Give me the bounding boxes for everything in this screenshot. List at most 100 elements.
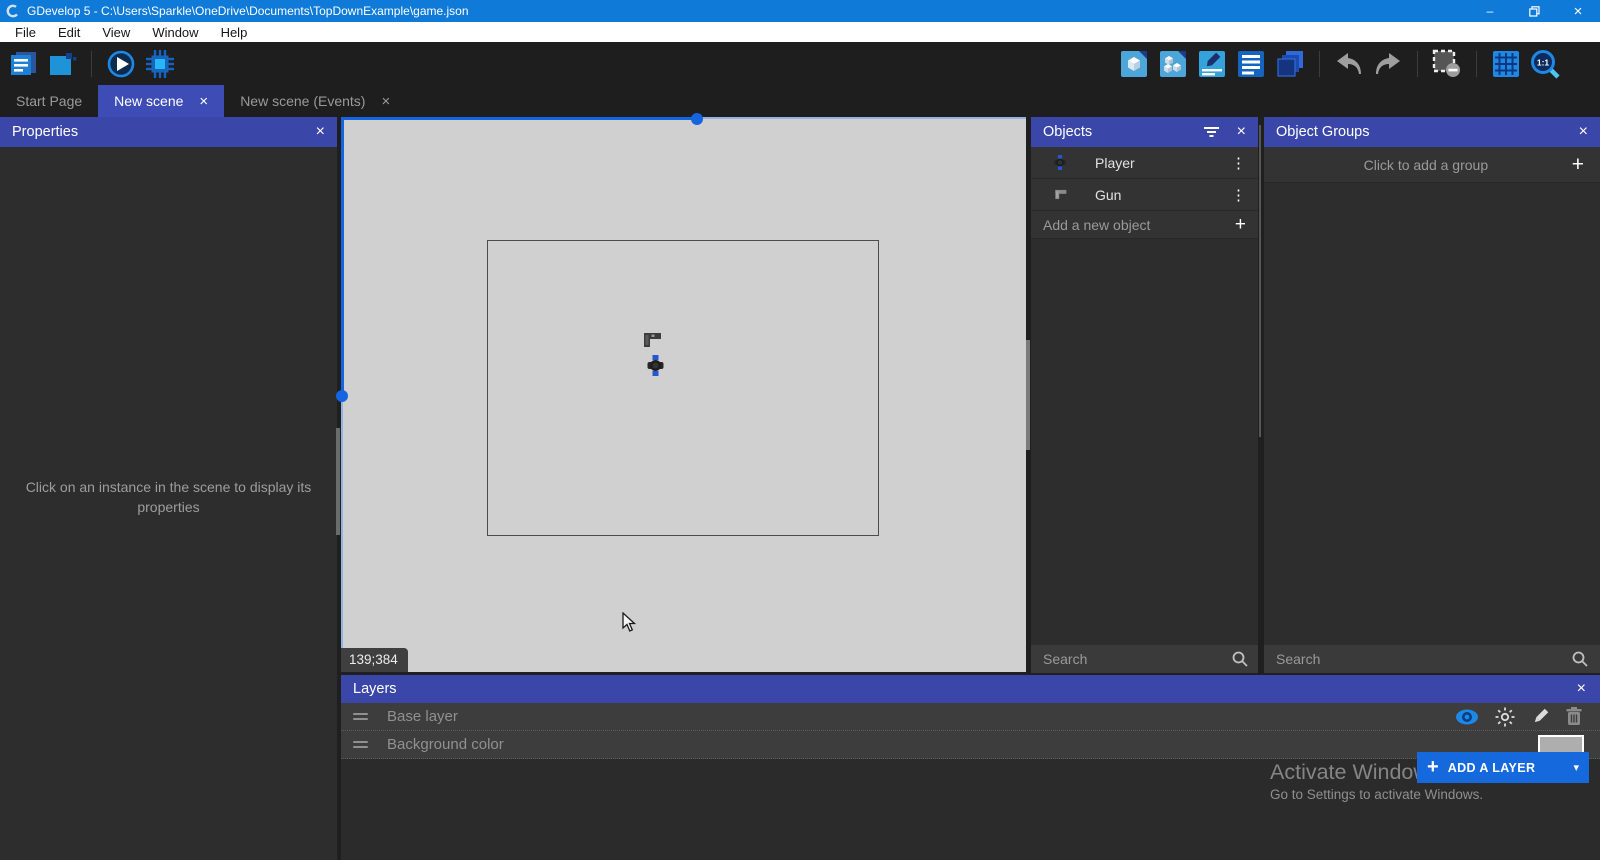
dropdown-caret-icon[interactable]: ▾ bbox=[1573, 761, 1579, 774]
instances-list-icon[interactable] bbox=[1236, 49, 1266, 79]
cursor-coordinates-badge: 139;384 bbox=[341, 648, 408, 672]
edit-properties-icon[interactable] bbox=[1197, 49, 1227, 79]
properties-panel-header: Properties × bbox=[0, 117, 337, 147]
layer-delete-trash-icon[interactable] bbox=[1566, 707, 1582, 726]
objects-search-bar bbox=[1031, 645, 1258, 673]
menu-bar: File Edit View Window Help bbox=[0, 22, 1600, 42]
preview-play-icon[interactable] bbox=[106, 49, 136, 79]
properties-panel: Properties × Click on an instance in the… bbox=[0, 117, 337, 860]
project-manager-icon[interactable] bbox=[8, 49, 38, 79]
close-panel-icon[interactable]: × bbox=[1237, 123, 1246, 141]
debug-icon[interactable] bbox=[145, 49, 175, 79]
add-object-icon[interactable] bbox=[1119, 49, 1149, 79]
layers-panel-header: Layers × bbox=[341, 675, 1600, 703]
layer-visibility-eye-icon[interactable] bbox=[1455, 708, 1479, 726]
redo-icon[interactable] bbox=[1373, 49, 1403, 79]
properties-panel-title: Properties bbox=[12, 124, 78, 140]
plus-icon: + bbox=[1427, 756, 1439, 779]
tab-start-page[interactable]: Start Page bbox=[0, 85, 98, 117]
layer-edit-pencil-icon[interactable] bbox=[1531, 707, 1550, 726]
groups-search-input[interactable] bbox=[1276, 651, 1564, 667]
object-groups-panel-title: Object Groups bbox=[1276, 124, 1370, 140]
drag-handle-icon[interactable] bbox=[353, 713, 368, 720]
search-icon bbox=[1572, 651, 1588, 667]
add-new-object-button[interactable]: Add a new object + bbox=[1031, 211, 1258, 239]
layer-row-background-color[interactable]: Background color bbox=[341, 731, 1600, 759]
player-instance[interactable] bbox=[647, 355, 664, 376]
layer-row-base[interactable]: Base layer bbox=[341, 703, 1600, 731]
zoom-1-1-icon[interactable]: 1:1 bbox=[1530, 49, 1560, 79]
menu-view[interactable]: View bbox=[91, 22, 141, 42]
object-groups-panel: Object Groups × Click to add a group + bbox=[1264, 117, 1600, 673]
layers-panel: Layers × Base layer Background color Act… bbox=[341, 675, 1600, 860]
window-controls: – × bbox=[1468, 0, 1600, 22]
close-panel-icon[interactable]: × bbox=[1579, 123, 1588, 141]
properties-scrollbar-thumb[interactable] bbox=[336, 428, 340, 535]
close-panel-icon[interactable]: × bbox=[316, 123, 325, 141]
layer-effects-icon[interactable] bbox=[1495, 707, 1515, 727]
layer-name: Background color bbox=[387, 736, 504, 753]
object-groups-icon[interactable] bbox=[1158, 49, 1188, 79]
minimize-button[interactable]: – bbox=[1468, 0, 1512, 22]
restore-button[interactable] bbox=[1512, 0, 1556, 22]
plus-icon: + bbox=[1235, 214, 1246, 236]
game-window-bounds bbox=[487, 240, 879, 536]
close-tab-icon[interactable]: × bbox=[199, 94, 208, 109]
zoom-ratio-label: 1:1 bbox=[1537, 57, 1550, 67]
title-bar: GDevelop 5 - C:\Users\Sparkle\OneDrive\D… bbox=[0, 0, 1600, 22]
objects-search-input[interactable] bbox=[1043, 651, 1224, 667]
start-page-icon[interactable] bbox=[47, 49, 77, 79]
gdevelop-logo-icon bbox=[6, 4, 20, 18]
object-row-player[interactable]: Player ⋮ bbox=[1031, 147, 1258, 179]
close-window-button[interactable]: × bbox=[1556, 0, 1600, 22]
main-toolbar: 1:1 bbox=[0, 42, 1600, 85]
toolbar-left bbox=[8, 49, 175, 79]
menu-file[interactable]: File bbox=[4, 22, 47, 42]
gun-instance[interactable] bbox=[641, 330, 663, 350]
close-panel-icon[interactable]: × bbox=[1577, 680, 1586, 698]
groups-search-bar bbox=[1264, 645, 1600, 673]
toolbar-separator bbox=[1417, 51, 1418, 77]
drag-handle-icon[interactable] bbox=[353, 741, 368, 748]
scene-canvas[interactable]: 139;384 bbox=[341, 117, 1026, 672]
undo-icon[interactable] bbox=[1334, 49, 1364, 79]
layers-editor-icon[interactable] bbox=[1275, 49, 1305, 79]
canvas-scrollbar-vertical[interactable] bbox=[341, 117, 344, 396]
tab-new-scene[interactable]: New scene × bbox=[98, 85, 224, 117]
mouse-cursor-icon bbox=[622, 612, 637, 638]
menu-edit[interactable]: Edit bbox=[47, 22, 91, 42]
objects-panel: Objects × Player ⋮ Gun ⋮ Add a new objec… bbox=[1031, 117, 1258, 673]
layers-panel-footer: Activate Windows Go to Settings to activ… bbox=[341, 759, 1600, 860]
objects-panel-title: Objects bbox=[1043, 124, 1092, 140]
object-menu-icon[interactable]: ⋮ bbox=[1231, 186, 1246, 204]
filter-icon[interactable] bbox=[1204, 126, 1219, 138]
canvas-side-scrollbar-thumb[interactable] bbox=[1026, 340, 1030, 450]
close-tab-icon[interactable]: × bbox=[381, 94, 390, 109]
activate-windows-hint: Go to Settings to activate Windows. bbox=[1270, 787, 1483, 802]
object-groups-panel-header: Object Groups × bbox=[1264, 117, 1600, 147]
object-name: Player bbox=[1095, 155, 1135, 171]
layers-panel-title: Layers bbox=[353, 681, 397, 697]
plus-icon: + bbox=[1572, 153, 1584, 177]
object-name: Gun bbox=[1095, 187, 1121, 203]
add-group-button[interactable]: Click to add a group + bbox=[1264, 147, 1600, 183]
layer-name: Base layer bbox=[387, 708, 458, 725]
object-menu-icon[interactable]: ⋮ bbox=[1231, 154, 1246, 172]
objects-scrollbar-thumb[interactable] bbox=[1259, 125, 1261, 437]
canvas-scrollbar-horizontal[interactable] bbox=[341, 117, 698, 120]
scrollbar-thumb-horizontal[interactable] bbox=[691, 113, 703, 125]
object-row-gun[interactable]: Gun ⋮ bbox=[1031, 179, 1258, 211]
toolbar-right: 1:1 bbox=[1119, 49, 1590, 79]
tab-new-scene-events[interactable]: New scene (Events) × bbox=[224, 85, 406, 117]
scrollbar-thumb-vertical[interactable] bbox=[336, 390, 348, 402]
menu-help[interactable]: Help bbox=[210, 22, 259, 42]
activate-windows-watermark: Activate Windows bbox=[1270, 760, 1440, 785]
window-title: GDevelop 5 - C:\Users\Sparkle\OneDrive\D… bbox=[27, 4, 469, 18]
player-object-icon bbox=[1051, 155, 1069, 170]
menu-window[interactable]: Window bbox=[141, 22, 209, 42]
add-a-layer-button[interactable]: + ADD A LAYER ▾ bbox=[1417, 752, 1589, 783]
search-icon bbox=[1232, 651, 1248, 667]
clear-selection-icon[interactable] bbox=[1432, 49, 1462, 79]
editor-tabs: Start Page New scene × New scene (Events… bbox=[0, 85, 1600, 117]
grid-icon[interactable] bbox=[1491, 49, 1521, 79]
